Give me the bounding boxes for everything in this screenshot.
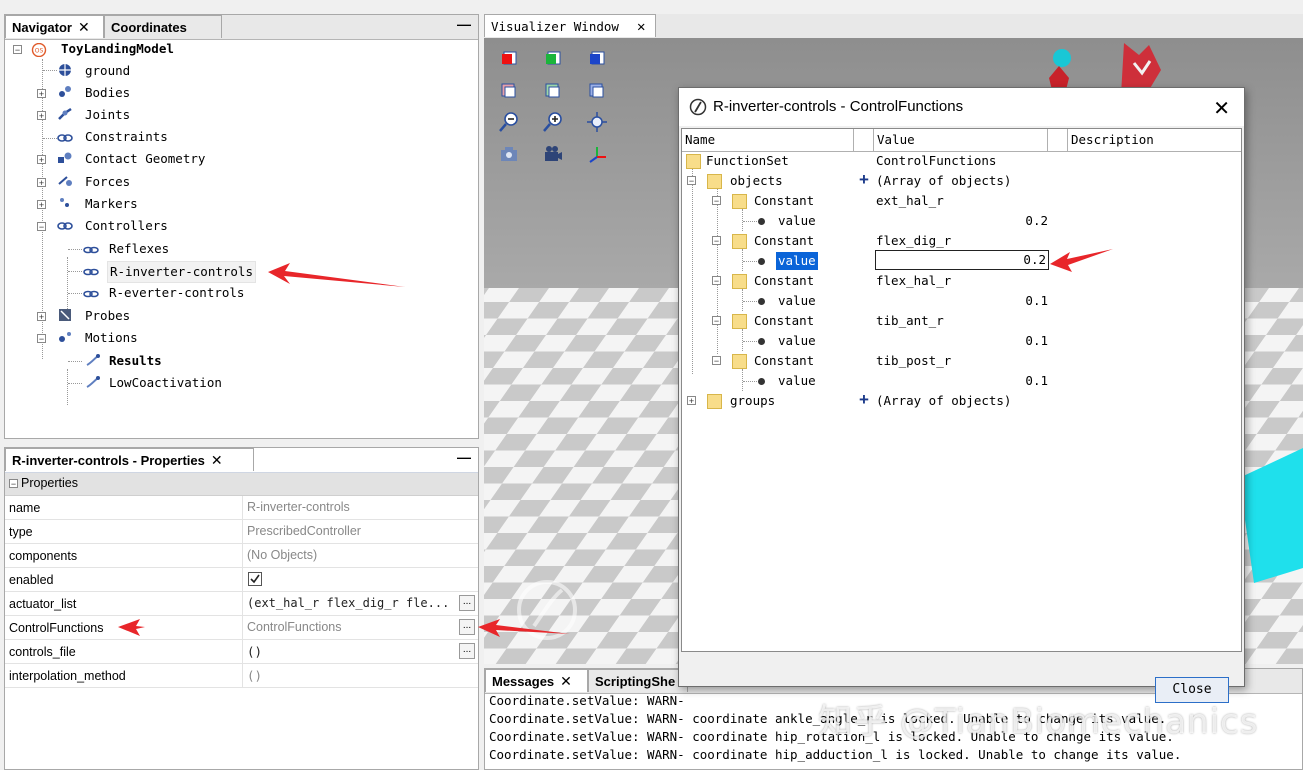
watermark-text: 知乎 @TianBiomechanics (818, 702, 1259, 742)
annotation-arrows (118, 249, 1113, 637)
arrow-icon (118, 249, 1113, 637)
